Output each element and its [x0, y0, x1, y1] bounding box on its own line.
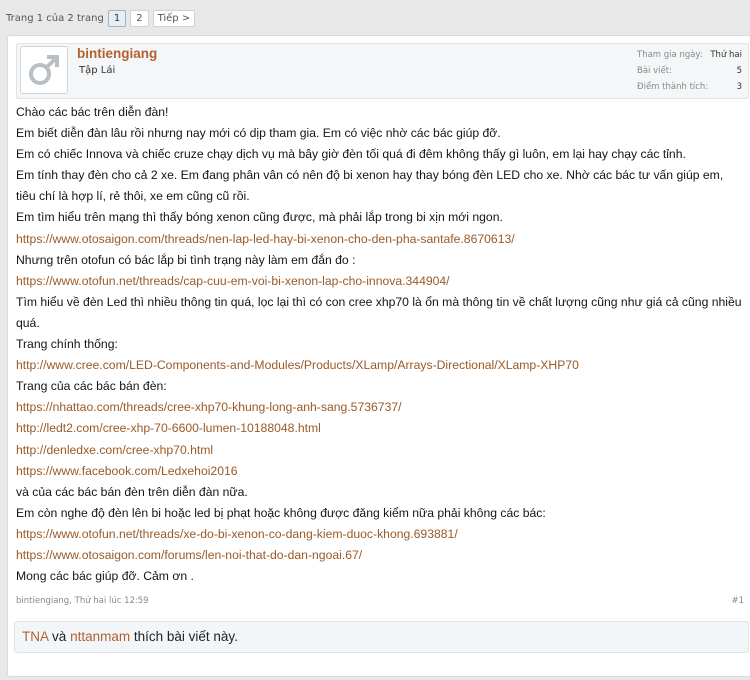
message-link-line: https://www.otofun.net/threads/xe-do-bi-…: [16, 524, 744, 545]
post-meta: bintiengiang, Thứ hai lúc 12:59 #1: [16, 596, 744, 606]
pagination-label: Trang 1 của 2 trang: [6, 13, 104, 24]
post-number-link[interactable]: #1: [731, 596, 744, 606]
stat-row-joined: Tham gia ngày: Thứ hai: [637, 47, 742, 63]
author-bar: bintiengiang Tập Lái Tham gia ngày: Thứ …: [16, 43, 749, 99]
message-link-line: http://denledxe.com/cree-xhp70.html: [16, 440, 744, 461]
male-symbol-icon: [29, 55, 59, 85]
likes-conjunction: và: [52, 629, 67, 644]
meta-author-link[interactable]: bintiengiang: [16, 596, 69, 606]
stat-row-posts: Bài viết: 5: [637, 63, 742, 79]
message-link[interactable]: https://nhattao.com/threads/cree-xhp70-k…: [16, 400, 402, 414]
user-title: Tập Lái: [79, 65, 116, 76]
username-link[interactable]: bintiengiang: [77, 46, 157, 61]
message-link-line: http://www.cree.com/LED-Components-and-M…: [16, 355, 744, 376]
message-link[interactable]: https://www.facebook.com/Ledxehoi2016: [16, 464, 238, 478]
message-text-line: Chào các bác trên diễn đàn!: [16, 105, 169, 119]
stat-value[interactable]: 3: [737, 79, 742, 95]
message-text-line: Em còn nghe độ đèn lên bi hoặc led bị ph…: [16, 505, 546, 520]
message-text-line: Trang của các bác bán đèn:: [16, 379, 167, 394]
stat-label: Tham gia ngày:: [637, 50, 703, 60]
message-link-line: https://nhattao.com/threads/cree-xhp70-k…: [16, 397, 744, 418]
liker-link[interactable]: nttanmam: [70, 629, 130, 644]
message-text-line: và của các bác bán đèn trên diễn đàn nữa…: [16, 484, 248, 499]
post-message: Chào các bác trên diễn đàn! Em biết diễn …: [16, 102, 744, 587]
message-link-line: http://ledt2.com/cree-xhp-70-6600-lumen-…: [16, 418, 744, 439]
page-1-link[interactable]: 1: [107, 10, 127, 27]
message-link[interactable]: http://ledt2.com/cree-xhp-70-6600-lumen-…: [16, 421, 321, 435]
message-link-line: https://www.facebook.com/Ledxehoi2016: [16, 461, 744, 482]
next-page-link[interactable]: Tiếp >: [152, 10, 196, 27]
message-text-line: Nhưng trên otofun có bác lắp bi tình trạ…: [16, 252, 356, 267]
message-text-line: Em tìm hiểu trên mạng thì thấy bóng xeno…: [16, 210, 503, 225]
stat-label: Bài viết:: [637, 66, 672, 76]
stat-value: Thứ hai: [710, 50, 742, 60]
message-text-line: Trang chính thống:: [16, 337, 118, 352]
message-link-line: https://www.otofun.net/threads/cap-cuu-e…: [16, 271, 744, 292]
meta-timestamp[interactable]: Thứ hai lúc 12:59: [75, 596, 149, 606]
forum-post: bintiengiang Tập Lái Tham gia ngày: Thứ …: [7, 35, 750, 677]
user-stats: Tham gia ngày: Thứ hai Bài viết: 5 Điểm …: [637, 47, 742, 95]
message-text-line: Mong các bác giúp đỡ. Cảm ơn .: [16, 569, 194, 584]
stat-value[interactable]: 5: [737, 63, 742, 79]
likes-suffix: thích bài viết này.: [133, 629, 238, 644]
message-text-line: Em biết diễn đàn lâu rồi nhưng nay mới c…: [16, 126, 501, 141]
message-link[interactable]: https://www.otofun.net/threads/cap-cuu-e…: [16, 274, 450, 288]
likes-summary: TNA và nttanmam thích bài viết này.: [14, 621, 749, 653]
avatar[interactable]: [20, 46, 68, 94]
stat-row-points: Điểm thành tích: 3: [637, 79, 742, 95]
message-link[interactable]: http://www.cree.com/LED-Components-and-M…: [16, 358, 579, 372]
pagination: Trang 1 của 2 trang 1 2 Tiếp >: [6, 10, 196, 27]
message-link[interactable]: http://denledxe.com/cree-xhp70.html: [16, 443, 213, 457]
message-text-line: Em có chiếc Innova và chiếc cruze chạy d…: [16, 147, 686, 162]
message-text-line: Em tính thay đèn cho cả 2 xe. Em đang ph…: [16, 168, 724, 204]
liker-link[interactable]: TNA: [22, 629, 48, 644]
message-link[interactable]: https://www.otofun.net/threads/xe-do-bi-…: [16, 527, 458, 541]
message-link[interactable]: https://www.otosaigon.com/threads/nen-la…: [16, 232, 515, 246]
stat-label: Điểm thành tích:: [637, 82, 709, 92]
message-link-line: https://www.otosaigon.com/threads/nen-la…: [16, 229, 744, 250]
page-2-link[interactable]: 2: [130, 10, 149, 27]
message-link[interactable]: https://www.otosaigon.com/forums/len-noi…: [16, 548, 362, 562]
message-link-line: https://www.otosaigon.com/forums/len-noi…: [16, 545, 744, 566]
message-text-line: Tìm hiểu về đèn Led thì nhiều thông tin …: [16, 294, 742, 330]
